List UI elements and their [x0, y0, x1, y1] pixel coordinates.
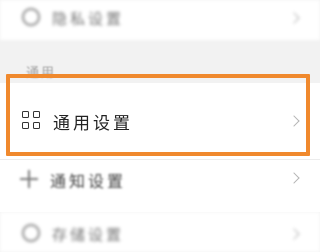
storage-icon [22, 224, 40, 242]
chevron-right-icon [288, 12, 300, 24]
grid-icon [22, 111, 42, 131]
chevron-right-icon [288, 115, 300, 127]
privacy-icon [22, 8, 40, 26]
row-label-storage: 存储设置 [52, 226, 125, 244]
section-header: 通用 [26, 66, 57, 81]
row-label-notify: 通知设置 [50, 172, 127, 191]
settings-row-general[interactable]: 通用设置 [0, 83, 320, 159]
row-label-general: 通用设置 [53, 114, 133, 134]
chevron-right-icon [288, 172, 300, 184]
settings-row-notify[interactable]: 通知设置 [0, 159, 320, 212]
chevron-right-icon [288, 228, 300, 240]
settings-row-storage[interactable]: 存储设置 [0, 212, 320, 252]
plus-icon [20, 170, 38, 188]
row-label-privacy: 隐私设置 [52, 10, 125, 28]
settings-row-privacy[interactable]: 隐私设置 [0, 0, 320, 40]
